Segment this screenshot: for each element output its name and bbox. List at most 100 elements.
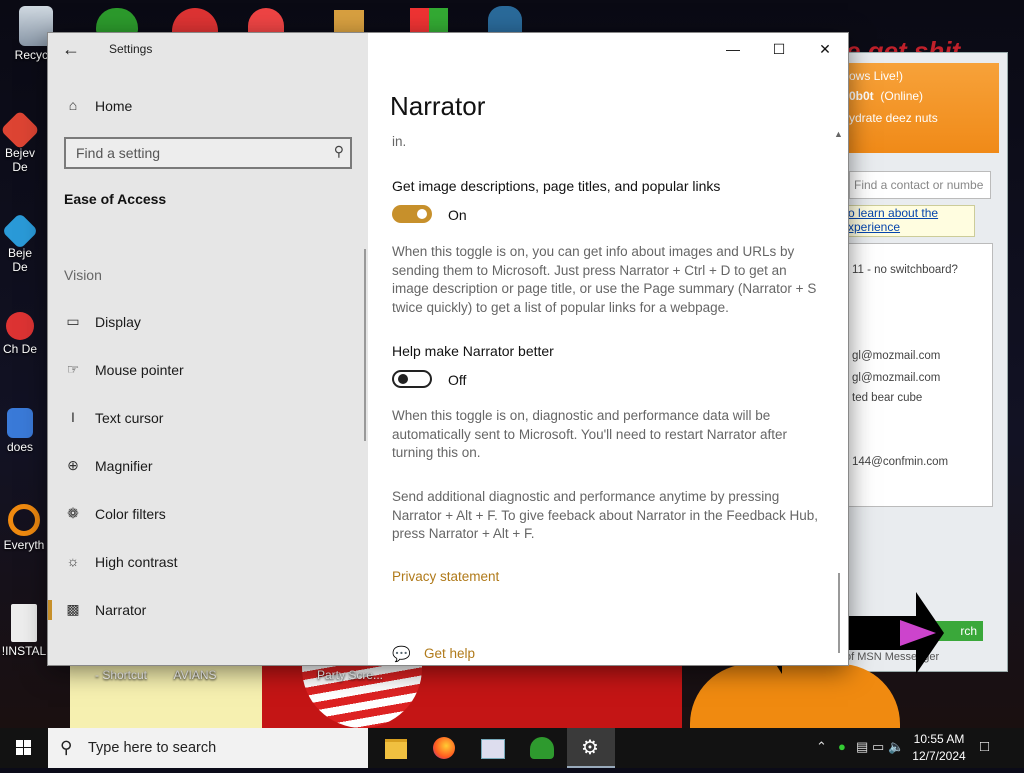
help-narrator-description: When this toggle is on, diagnostic and p…	[392, 408, 788, 460]
nav-mouse-pointer[interactable]: ☞ Mouse pointer	[48, 350, 368, 390]
nav-text-cursor[interactable]: I Text cursor	[48, 398, 368, 438]
back-arrow-icon[interactable]: ←	[62, 39, 82, 59]
firefox-taskbar[interactable]	[420, 728, 468, 768]
help-narrator-heading: Help make Narrator better	[392, 343, 554, 359]
msn-find-contact[interactable]: Find a contact or numbe	[849, 171, 991, 199]
image-descriptions-state: On	[448, 207, 467, 223]
chrome-icon[interactable]	[172, 8, 218, 34]
msn-status: (Online)	[880, 89, 924, 103]
settings-window: ← Settings ⌂ Home ⚲ Ease of Access Visio…	[48, 33, 848, 665]
settings-taskbar[interactable]: ⚙	[567, 728, 615, 768]
party-screen-label[interactable]: Party Scre...	[310, 668, 390, 682]
msn-user: ows Live!)	[849, 69, 904, 83]
msn-tray-icon[interactable]: ●	[838, 739, 846, 754]
desktop: e get shit Recycle Bejev De Beje De Ch D…	[0, 0, 1024, 728]
install-file-icon[interactable]: !INSTAL	[0, 604, 48, 658]
text-cursor-icon: I	[71, 409, 75, 425]
taskbar-search[interactable]: ⚲ Type here to search	[48, 728, 368, 768]
close-button[interactable]: ✕	[802, 33, 848, 65]
start-button[interactable]	[0, 728, 48, 768]
nav-label: Mouse pointer	[95, 362, 184, 378]
help-narrator-state: Off	[448, 372, 467, 388]
nav-magnifier[interactable]: ⊕ Magnifier	[48, 446, 368, 486]
avians-label[interactable]: AVIANS	[164, 668, 226, 682]
desktop-icon-label: Beje De	[7, 246, 33, 274]
list-item[interactable]: 144@confmin.com	[852, 456, 948, 468]
list-item[interactable]: gl@mozmail.com	[852, 350, 940, 362]
narrator-icon: ▩	[66, 601, 80, 617]
notification-icon[interactable]: □	[980, 738, 989, 755]
settings-content: — ☐ ✕ Narrator in. Get image description…	[368, 33, 848, 665]
chevron-up-icon[interactable]: ⌃	[816, 739, 827, 755]
desktop-icon-label: Everyth	[3, 538, 45, 552]
list-item[interactable]: ted bear cube	[852, 392, 922, 404]
desktop-icon-label: Ch De	[2, 342, 37, 356]
windows-logo-icon	[16, 740, 31, 755]
shortcut-label[interactable]: - Shortcut	[86, 668, 156, 682]
list-item[interactable]: gl@mozmail.com	[852, 372, 940, 384]
maximize-button[interactable]: ☐	[756, 33, 802, 65]
app-taskbar[interactable]	[468, 728, 516, 768]
taskbar: ⚲ Type here to search ⚙ ⌃ ● ▤ ▭ 🔈 10:55 …	[0, 728, 1024, 768]
msn-news-line: xperience	[848, 220, 901, 234]
magnifier-icon: ⊕	[67, 457, 79, 473]
file-explorer-taskbar[interactable]	[372, 728, 420, 768]
desktop-icon-label: !INSTAL	[1, 644, 47, 658]
network-icon[interactable]: ▤	[856, 739, 868, 755]
desktop-icon-label: Bejev De	[4, 146, 36, 174]
msn-personal-message: ydrate deez nuts	[849, 111, 938, 125]
list-item[interactable]: 11 - no switchboard?	[852, 264, 958, 276]
color-filters-icon: ❁	[67, 505, 79, 521]
nav-display[interactable]: ▭ Display	[48, 302, 368, 342]
image-descriptions-toggle[interactable]	[392, 205, 432, 223]
clipped-text: in.	[392, 134, 407, 149]
get-help-link[interactable]: Get help	[424, 646, 475, 661]
chrome-shortcut-icon[interactable]: Ch De	[0, 312, 40, 356]
scroll-up-icon[interactable]: ▲	[834, 129, 843, 139]
msn-header: ows Live!) 0b0t (Online) ydrate deez nut…	[839, 63, 999, 153]
find-setting-input[interactable]	[66, 139, 326, 167]
app-4-icon[interactable]	[488, 6, 522, 34]
everything-shortcut-icon[interactable]: Everyth	[0, 504, 48, 552]
bejeweled-shortcut-icon[interactable]: Bejev De	[0, 108, 40, 174]
app-3-icon[interactable]	[410, 8, 448, 34]
msn-contact-list: 11 - no switchboard? gl@mozmail.com gl@m…	[847, 243, 993, 507]
msn-news-link[interactable]: o learn about the xperience	[847, 205, 975, 237]
privacy-statement-link[interactable]: Privacy statement	[392, 569, 499, 584]
app-icon[interactable]	[248, 8, 284, 34]
page-title: Narrator	[390, 91, 486, 121]
content-scrollbar[interactable]	[838, 573, 840, 653]
msn-taskbar[interactable]	[518, 728, 566, 768]
nav-label: Magnifier	[95, 458, 153, 474]
search-icon: ⚲	[333, 143, 344, 159]
does-shortcut-icon[interactable]: does	[0, 408, 40, 454]
desktop-icon-label: does	[6, 440, 34, 454]
minimize-button[interactable]: —	[710, 33, 756, 65]
settings-sidebar: ← Settings ⌂ Home ⚲ Ease of Access Visio…	[48, 33, 368, 665]
nav-home[interactable]: ⌂ Home	[48, 86, 368, 126]
display-icon[interactable]: ▭	[872, 739, 884, 755]
taskbar-search-placeholder: Type here to search	[88, 740, 217, 756]
nav-label: Display	[95, 314, 141, 330]
msn-display-name: 0b0t	[849, 89, 874, 103]
msn-messenger-icon[interactable]	[96, 8, 138, 34]
nav-color-filters[interactable]: ❁ Color filters	[48, 494, 368, 534]
taskbar-clock[interactable]: 10:55 AM 12/7/2024	[906, 731, 972, 765]
bejeweled-shortcut-2-icon[interactable]: Beje De	[0, 210, 40, 274]
nav-narrator[interactable]: ▩ Narrator	[48, 590, 368, 630]
volume-icon[interactable]: 🔈	[888, 739, 904, 755]
msn-status-line: 0b0t (Online)	[849, 89, 923, 103]
msn-messenger-window: ows Live!) 0b0t (Online) ydrate deez nut…	[838, 52, 1008, 672]
find-setting-search[interactable]: ⚲	[64, 137, 352, 169]
search-icon: ⚲	[60, 738, 73, 757]
app-2-icon[interactable]	[334, 10, 364, 34]
nav-high-contrast[interactable]: ☼ High contrast	[48, 542, 368, 582]
additional-diagnostic-text: Send additional diagnostic and performan…	[392, 489, 818, 541]
home-icon: ⌂	[68, 97, 78, 113]
nav-label: Color filters	[95, 506, 166, 522]
nav-label: Text cursor	[95, 410, 164, 426]
section-title: Ease of Access	[64, 191, 167, 207]
nav-home-label: Home	[95, 98, 133, 114]
monitor-icon: ▭	[66, 313, 80, 329]
help-narrator-toggle[interactable]	[392, 370, 432, 388]
